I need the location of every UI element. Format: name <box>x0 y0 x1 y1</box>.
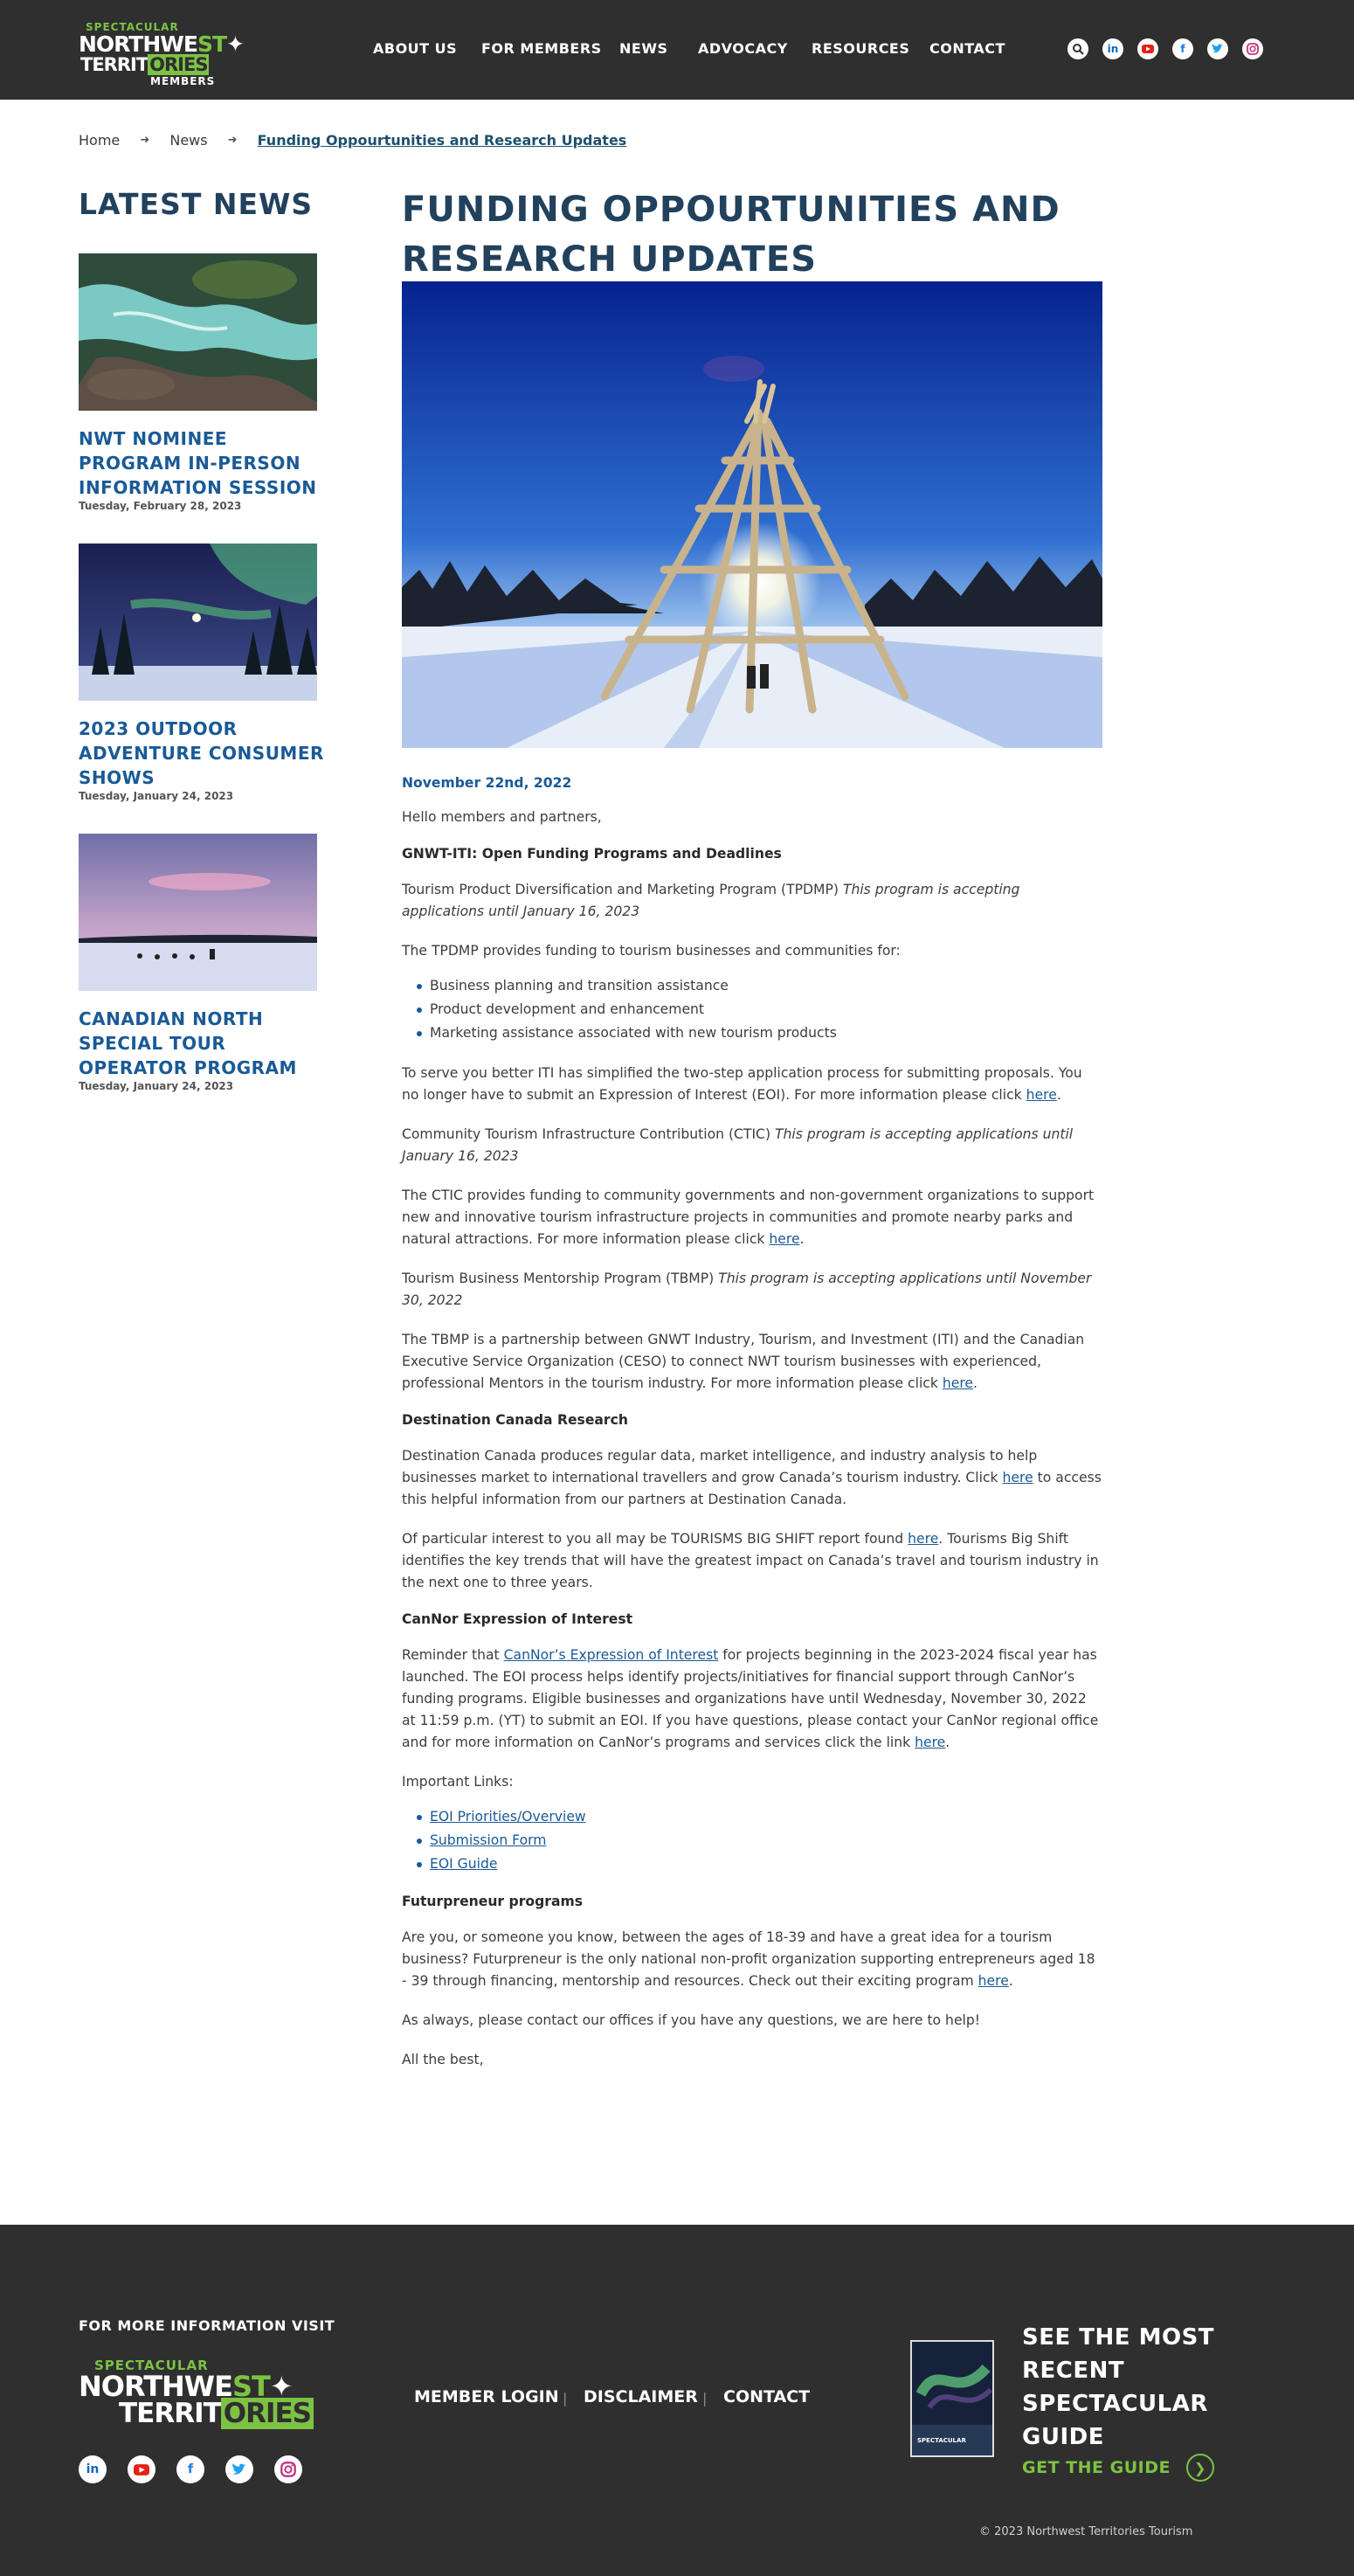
important-links-label: Important Links: <box>402 1774 514 1790</box>
footer-info-label: FOR MORE INFORMATION VISIT <box>79 2317 335 2334</box>
footer-divider: | <box>702 2390 708 2406</box>
list-item: Marketing assistance associated with new… <box>417 1021 1102 1045</box>
hero-image-teepee <box>402 281 1102 748</box>
member-login-link[interactable]: MEMBER LOGIN <box>414 2387 559 2406</box>
heading-destination-canada: Destination Canada Research <box>402 1412 628 1428</box>
article-main: FUNDING OPPOURTUNITIES AND RESEARCH UPDA… <box>402 185 1275 2067</box>
nav-advocacy[interactable]: ADVOCACY <box>698 40 788 57</box>
nav-news[interactable]: NEWS <box>619 40 668 57</box>
news-card[interactable]: NWT NOMINEE PROGRAM IN-PERSON INFORMATIO… <box>79 253 341 512</box>
futurpreneur-here-link[interactable]: here <box>978 1973 1009 1989</box>
nav-about-us[interactable]: ABOUT US <box>373 40 457 57</box>
breadcrumb: Home ➜ News ➜ Funding Oppourtunities and… <box>79 131 626 150</box>
nav-for-members[interactable]: FOR MEMBERS <box>481 40 602 57</box>
breadcrumb-arrow-icon: ➜ <box>140 134 150 147</box>
news-date: Tuesday, January 24, 2023 <box>79 1080 234 1092</box>
list-item: Submission Form <box>417 1829 1102 1852</box>
futurpreneur-paragraph: Are you, or someone you know, between th… <box>402 1929 1095 1989</box>
news-title[interactable]: NWT NOMINEE PROGRAM IN-PERSON INFORMATIO… <box>79 426 332 500</box>
news-image-dogsled[interactable] <box>79 834 317 991</box>
tbmp-paragraph: The TBMP is a partnership between GNWT I… <box>402 1332 1085 1391</box>
list-item: EOI Priorities/Overview <box>417 1805 1102 1829</box>
signoff: All the best, <box>402 2052 484 2067</box>
linkedin-icon[interactable]: in <box>79 2455 107 2483</box>
disclaimer-link[interactable]: DISCLAIMER <box>584 2387 698 2406</box>
news-title[interactable]: 2023 OUTDOOR ADVENTURE CONSUMER SHOWS <box>79 717 332 790</box>
cannor-eoi-link[interactable]: CanNor’s Expression of Interest <box>504 1647 719 1663</box>
big-shift-paragraph: Of particular interest to you all may be… <box>402 1531 1099 1590</box>
tbmp-title: Tourism Business Mentorship Program (TBM… <box>402 1271 1092 1308</box>
list-item: Business planning and transition assista… <box>417 974 1102 998</box>
tpdmp-intro: The TPDMP provides funding to tourism bu… <box>402 943 901 959</box>
nav-contact[interactable]: CONTACT <box>929 40 1005 57</box>
news-image-river[interactable] <box>79 253 317 411</box>
heading-cannor: CanNor Expression of Interest <box>402 1611 633 1627</box>
copyright: © 2023 Northwest Territories Tourism <box>979 2525 1193 2538</box>
tbmp-here-link[interactable]: here <box>943 1375 973 1391</box>
news-date: Tuesday, February 28, 2023 <box>79 500 242 512</box>
nav-resources[interactable]: RESOURCES <box>812 40 909 57</box>
instagram-icon[interactable] <box>1242 38 1263 59</box>
breadcrumb-news[interactable]: News <box>169 132 207 149</box>
news-card[interactable]: 2023 OUTDOOR ADVENTURE CONSUMER SHOWS Tu… <box>79 544 341 802</box>
facebook-icon[interactable]: f <box>176 2455 204 2483</box>
facebook-icon[interactable]: f <box>1172 38 1193 59</box>
sidebar-title: LATEST NEWS <box>79 187 314 221</box>
list-item: Product development and enhancement <box>417 998 1102 1021</box>
latest-news-sidebar: LATEST NEWS NWT NOMINEE PROGRAM IN-PERSO… <box>79 187 341 1092</box>
guide-title: SEE THE MOST RECENT SPECTACULAR GUIDE <box>1022 2324 1215 2450</box>
submission-form-link[interactable]: Submission Form <box>430 1832 546 1848</box>
news-image-aurora[interactable] <box>79 544 317 701</box>
page-title: FUNDING OPPOURTUNITIES AND RESEARCH UPDA… <box>402 190 1060 280</box>
instagram-icon[interactable] <box>274 2455 302 2483</box>
eoi-guide-link[interactable]: EOI Guide <box>430 1856 497 1872</box>
big-shift-here-link[interactable]: here <box>908 1531 938 1547</box>
heading-futurpreneur: Futurpreneur programs <box>402 1894 584 1909</box>
iti-paragraph: To serve you better ITI has simplified t… <box>402 1065 1082 1103</box>
get-the-guide-link[interactable]: GET THE GUIDE ❯ <box>1022 2454 1214 2482</box>
footer-logo[interactable]: SPECTACULAR NORTHWEST✦ TERRITORIES <box>79 2358 314 2429</box>
site-header: SPECTACULAR NORTHWEST✦ TERRITORIES MEMBE… <box>0 0 1354 100</box>
cannor-paragraph: Reminder that CanNor’s Expression of Int… <box>402 1647 1099 1750</box>
footer-divider: | <box>563 2390 568 2406</box>
site-footer: FOR MORE INFORMATION VISIT SPECTACULAR N… <box>0 2225 1354 2576</box>
twitter-icon[interactable] <box>225 2455 253 2483</box>
youtube-icon[interactable] <box>1137 38 1158 59</box>
linkedin-icon[interactable]: in <box>1102 38 1123 59</box>
tpdmp-list: Business planning and transition assista… <box>417 974 1102 1045</box>
ctic-here-link[interactable]: here <box>769 1231 799 1247</box>
news-card[interactable]: CANADIAN NORTH SPECIAL TOUR OPERATOR PRO… <box>79 834 341 1092</box>
closing-paragraph: As always, please contact our offices if… <box>402 2012 981 2028</box>
logo-line-4: MEMBERS <box>150 75 216 87</box>
ctic-paragraph: The CTIC provides funding to community g… <box>402 1188 1095 1247</box>
important-links-list: EOI Priorities/Overview Submission Form … <box>417 1805 1102 1876</box>
eoi-priorities-link[interactable]: EOI Priorities/Overview <box>430 1809 586 1825</box>
cannor-here-link[interactable]: here <box>915 1735 945 1750</box>
twitter-icon[interactable] <box>1207 38 1228 59</box>
news-title[interactable]: CANADIAN NORTH SPECIAL TOUR OPERATOR PRO… <box>79 1007 332 1080</box>
dc-here-link[interactable]: here <box>1003 1470 1033 1485</box>
footer-logo-line-3: TERRITORIES <box>119 2398 314 2429</box>
footer-contact-link[interactable]: CONTACT <box>723 2387 810 2406</box>
greeting: Hello members and partners, <box>402 809 602 825</box>
guide-cover-image[interactable]: SPECTACULAR <box>910 2340 994 2457</box>
breadcrumb-current[interactable]: Funding Oppourtunities and Research Upda… <box>258 132 627 149</box>
breadcrumb-home[interactable]: Home <box>79 132 120 149</box>
guide-cover-text: SPECTACULAR <box>917 2437 966 2444</box>
news-date: Tuesday, January 24, 2023 <box>79 790 234 802</box>
ctic-title: Community Tourism Infrastructure Contrib… <box>402 1126 1074 1164</box>
youtube-icon[interactable] <box>128 2455 155 2483</box>
tpdmp-title: Tourism Product Diversification and Mark… <box>402 882 1020 919</box>
dc-paragraph: Destination Canada produces regular data… <box>402 1448 1102 1507</box>
search-icon[interactable] <box>1067 38 1088 59</box>
heading-gnwt-iti: GNWT-ITI: Open Funding Programs and Dead… <box>402 846 782 862</box>
iti-here-link[interactable]: here <box>1026 1087 1057 1103</box>
article-body: November 22nd, 2022 Hello members and pa… <box>402 772 1102 2088</box>
article-date: November 22nd, 2022 <box>402 775 572 791</box>
list-item: EOI Guide <box>417 1852 1102 1876</box>
chevron-right-icon: ❯ <box>1185 2454 1214 2482</box>
breadcrumb-arrow-icon: ➜ <box>227 134 238 147</box>
